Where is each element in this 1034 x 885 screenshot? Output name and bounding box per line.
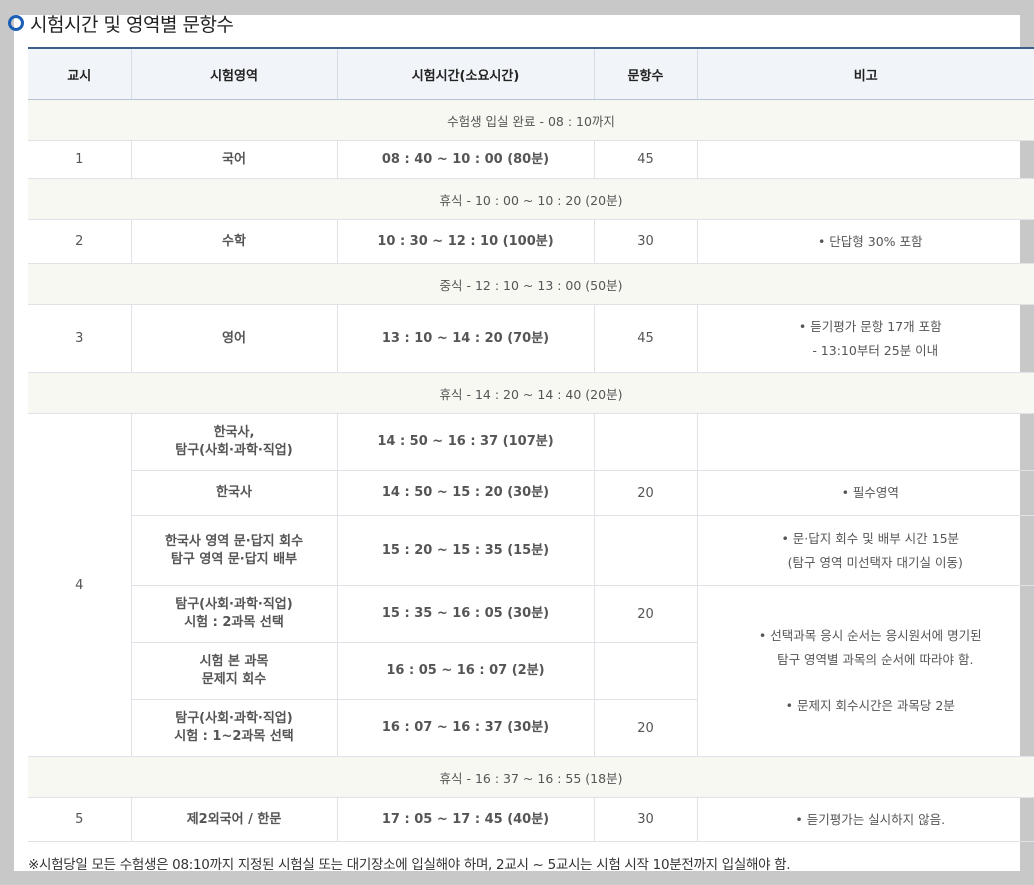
break-row: 휴식 - 16 : 37 ~ 16 : 55 (18분)	[28, 756, 1034, 798]
note-cell: • 듣기평가 문항 17개 포함 - 13:10부터 25분 이내	[696, 304, 1034, 373]
break-row: 휴식 - 14 : 20 ~ 14 : 40 (20분)	[28, 372, 1034, 414]
lunch-text: 중식 - 12 : 10 ~ 13 : 00 (50분)	[28, 263, 1034, 305]
exam-schedule-table: 교시 시험영역 시험시간(소요시간) 문항수 비고 수험생 입실 완료 - 08…	[28, 47, 1034, 842]
count-cell	[593, 413, 697, 471]
subject-cell: 탐구(사회·과학·직업) 시험 : 2과목 선택	[130, 585, 337, 643]
count-cell: 20	[593, 585, 697, 643]
subject-line: 탐구 영역 문·답지 배부	[170, 551, 298, 567]
count-cell	[593, 515, 697, 586]
table-row: 한국사 14 : 50 ~ 15 : 20 (30분) 20 • 필수영역	[28, 470, 1034, 516]
break-row: 수험생 입실 완료 - 08 : 10까지	[28, 99, 1034, 141]
time-cell: 15 : 35 ~ 16 : 05 (30분)	[336, 585, 594, 643]
count-cell: 30	[593, 797, 697, 842]
subject-cell: 국어	[130, 140, 337, 179]
table-row: 3 영어 13 : 10 ~ 14 : 20 (70분) 45 • 듣기평가 문…	[28, 304, 1034, 373]
subject-line: 한국사 영역 문·답지 회수	[164, 533, 304, 549]
note-line: 탐구 영역별 과목의 순서에 따라야 함.	[777, 652, 974, 667]
subject-cell: 제2외국어 / 한문	[130, 797, 337, 842]
footer-notice: ※시험당일 모든 수험생은 08:10까지 지정된 시험실 또는 대기장소에 입…	[28, 857, 791, 873]
subject-cell: 시험 본 과목 문제지 회수	[130, 642, 337, 700]
note-line: • 듣기평가 문항 17개 포함	[798, 318, 942, 334]
break-text: 휴식 - 10 : 00 ~ 10 : 20 (20분)	[28, 178, 1034, 220]
note-cell: • 필수영역	[696, 470, 1034, 516]
note-line: • 문·답지 회수 및 배부 시간 15분	[781, 530, 960, 546]
circle-bullet-icon	[8, 15, 24, 31]
subject-line: 한국사,	[213, 425, 255, 440]
count-cell: 30	[593, 219, 697, 264]
time-cell: 08 : 40 ~ 10 : 00 (80분)	[336, 140, 594, 179]
count-cell: 20	[593, 470, 697, 516]
period-cell: 4	[28, 413, 131, 757]
header-row: 교시 시험영역 시험시간(소요시간) 문항수 비고	[28, 47, 1034, 100]
subject-cell: 탐구(사회·과학·직업) 시험 : 1~2과목 선택	[130, 699, 337, 757]
time-cell: 14 : 50 ~ 16 : 37 (107분)	[336, 413, 594, 471]
count-cell: 45	[593, 140, 697, 179]
subject-line: 탐구(사회·과학·직업)	[175, 711, 293, 726]
section-title-text: 시험시간 및 영역별 문항수	[30, 13, 234, 36]
subject-cell: 한국사, 탐구(사회·과학·직업)	[130, 413, 337, 471]
table-row: 탐구(사회·과학·직업) 시험 : 2과목 선택 15 : 35 ~ 16 : …	[28, 585, 1034, 757]
note-cell: • 단답형 30% 포함	[696, 219, 1034, 264]
time-cell: 15 : 20 ~ 15 : 35 (15분)	[336, 515, 594, 586]
note-line: (탐구 영역 미선택자 대기실 이동)	[787, 554, 963, 570]
header-note: 비고	[696, 47, 1034, 100]
time-cell: 14 : 50 ~ 15 : 20 (30분)	[336, 470, 594, 516]
subject-line: 시험 : 1~2과목 선택	[174, 729, 294, 744]
subject-line: 시험 본 과목	[199, 654, 269, 669]
note-line: - 13:10부터 25분 이내	[812, 342, 939, 358]
note-line: • 선택과목 응시 순서는 응시원서에 명기된	[758, 628, 982, 643]
time-cell: 10 : 30 ~ 12 : 10 (100분)	[336, 219, 594, 264]
break-text: 휴식 - 16 : 37 ~ 16 : 55 (18분)	[28, 756, 1034, 798]
subject-line: 탐구(사회·과학·직업)	[175, 443, 293, 458]
subject-line: 시험 : 2과목 선택	[184, 615, 284, 630]
period-cell: 2	[28, 219, 131, 264]
subject-cell: 한국사 영역 문·답지 회수 탐구 영역 문·답지 배부	[130, 515, 337, 586]
subject-cell: 영어	[130, 304, 337, 373]
table-row: 5 제2외국어 / 한문 17 : 05 ~ 17 : 45 (40분) 30 …	[28, 797, 1034, 842]
section-title: 시험시간 및 영역별 문항수	[8, 10, 234, 36]
break-row: 중식 - 12 : 10 ~ 13 : 00 (50분)	[28, 263, 1034, 305]
header-count: 문항수	[593, 47, 697, 100]
count-cell: 20	[593, 699, 697, 757]
time-cell: 16 : 07 ~ 16 : 37 (30분)	[336, 699, 594, 757]
table-row: 1 국어 08 : 40 ~ 10 : 00 (80분) 45	[28, 140, 1034, 179]
header-time: 시험시간(소요시간)	[336, 47, 594, 100]
time-cell: 17 : 05 ~ 17 : 45 (40분)	[336, 797, 594, 842]
time-cell: 16 : 05 ~ 16 : 07 (2분)	[336, 642, 594, 700]
period-cell: 5	[28, 797, 131, 842]
table-row: 한국사 영역 문·답지 회수 탐구 영역 문·답지 배부 15 : 20 ~ 1…	[28, 515, 1034, 586]
header-period: 교시	[28, 47, 131, 100]
note-line: • 문제지 회수시간은 과목당 2분	[785, 698, 955, 713]
note-cell	[696, 413, 1034, 471]
time-cell: 13 : 10 ~ 14 : 20 (70분)	[336, 304, 594, 373]
break-text: 휴식 - 14 : 20 ~ 14 : 40 (20분)	[28, 372, 1034, 414]
subject-cell: 한국사	[130, 470, 337, 516]
period-cell: 1	[28, 140, 131, 179]
header-subject: 시험영역	[130, 47, 337, 100]
count-cell	[593, 642, 697, 700]
count-cell: 45	[593, 304, 697, 373]
note-cell	[696, 140, 1034, 179]
note-cell: • 선택과목 응시 순서는 응시원서에 명기된 탐구 영역별 과목의 순서에 따…	[696, 585, 1034, 757]
table-row: 4 한국사, 탐구(사회·과학·직업) 14 : 50 ~ 16 : 37 (1…	[28, 413, 1034, 757]
break-row: 휴식 - 10 : 00 ~ 10 : 20 (20분)	[28, 178, 1034, 220]
subject-line: 문제지 회수	[201, 672, 267, 687]
period-cell: 3	[28, 304, 131, 373]
subject-line: 탐구(사회·과학·직업)	[175, 597, 293, 612]
subject-cell: 수학	[130, 219, 337, 264]
note-cell: • 문·답지 회수 및 배부 시간 15분 (탐구 영역 미선택자 대기실 이동…	[696, 515, 1034, 586]
table-row: 2 수학 10 : 30 ~ 12 : 10 (100분) 30 • 단답형 3…	[28, 219, 1034, 264]
note-cell: • 듣기평가는 실시하지 않음.	[696, 797, 1034, 842]
entry-deadline: 수험생 입실 완료 - 08 : 10까지	[28, 99, 1034, 141]
